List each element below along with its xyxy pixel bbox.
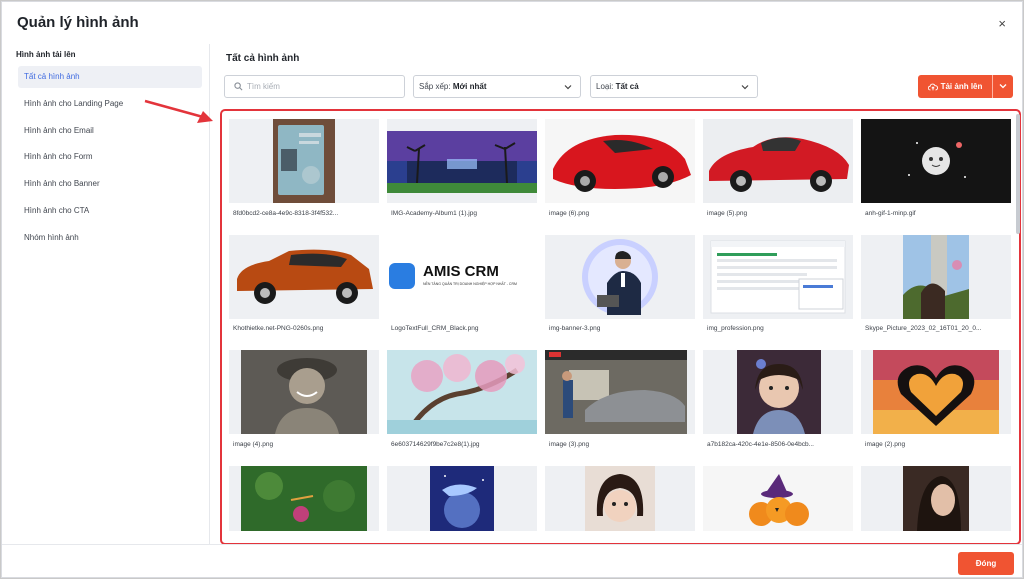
- sidebar-item-all-images[interactable]: Tất cả hình ảnh: [18, 66, 202, 88]
- image-name: image (3).png: [549, 441, 590, 448]
- sidebar-item-cta[interactable]: Hình ảnh cho CTA: [18, 200, 202, 222]
- image-name: IMG-Academy-Album1 (1).jpg: [391, 210, 477, 217]
- sidebar-heading: Hình ảnh tải lên: [16, 50, 76, 59]
- chevron-down-icon: [741, 85, 749, 90]
- image-name: 8fd0bcd2-ce8a-4e9c-8318-3f4f532...: [233, 210, 339, 217]
- image-thumbnail-girl[interactable]: [703, 350, 853, 434]
- dialog-footer: [2, 544, 1022, 577]
- image-thumbnail-gif-moon[interactable]: [861, 119, 1011, 203]
- image-name: img_profession.png: [707, 325, 764, 332]
- image-name: LogoTextFull_CRM_Black.png: [391, 325, 479, 332]
- upload-options-button[interactable]: [992, 75, 1013, 98]
- image-name: 6e603714629f9be7c2e8(1).jpg: [391, 441, 480, 448]
- sort-select[interactable]: Sắp xếp: Mới nhất: [413, 75, 581, 98]
- image-thumbnail-red-car[interactable]: [545, 119, 695, 203]
- image-thumbnail-orange-suv[interactable]: [229, 235, 379, 319]
- image-name: anh-gif-1-minp.gif: [865, 210, 916, 217]
- image-thumbnail-profession[interactable]: [703, 235, 853, 319]
- type-label: Loại:: [596, 82, 616, 91]
- chevron-down-icon: [999, 84, 1007, 89]
- amis-logo-subtitle: NỀN TẢNG QUẢN TRỊ DOANH NGHIỆP HỢP NHẤT …: [423, 282, 517, 286]
- upload-button[interactable]: Tải ảnh lên: [918, 75, 992, 98]
- dialog-title: Quản lý hình ảnh: [17, 14, 139, 31]
- amis-logo-icon: [389, 263, 415, 289]
- image-name: image (5).png: [707, 210, 748, 217]
- image-thumbnail-heart-sunset[interactable]: [861, 350, 1011, 434]
- dialog-header: Quản lý hình ảnh ×: [2, 2, 1022, 44]
- image-name: image (2).png: [865, 441, 906, 448]
- image-name: Khothietke.net-PNG-0260s.png: [233, 325, 324, 332]
- image-thumbnail-halloween[interactable]: [703, 466, 853, 531]
- image-thumbnail-woman-portrait[interactable]: [861, 466, 1011, 531]
- sidebar-item-image-groups[interactable]: Nhóm hình ảnh: [18, 227, 202, 249]
- image-thumbnail-blossom[interactable]: [387, 350, 537, 434]
- sort-label: Sắp xếp:: [419, 82, 453, 91]
- image-thumbnail-amis-logo[interactable]: AMIS CRM NỀN TẢNG QUẢN TRỊ DOANH NGHIỆP …: [387, 235, 537, 319]
- grid-scrollbar[interactable]: [1016, 114, 1020, 234]
- image-thumbnail-academy[interactable]: [387, 119, 537, 203]
- image-thumbnail-forest[interactable]: [229, 466, 379, 531]
- sort-value: Mới nhất: [452, 82, 487, 91]
- image-thumbnail-id-card[interactable]: [229, 119, 379, 203]
- image-manager-dialog: Quản lý hình ảnh × Hình ảnh tải lên Tất …: [1, 1, 1023, 578]
- type-value: Tất cả: [615, 82, 639, 91]
- amis-logo-text: AMIS CRM: [423, 263, 499, 280]
- sidebar-item-form[interactable]: Hình ảnh cho Form: [18, 146, 202, 168]
- chevron-down-icon: [564, 85, 572, 90]
- search-input[interactable]: [247, 79, 397, 94]
- red-arrow-annotation-icon: [144, 99, 213, 123]
- sidebar-item-banner[interactable]: Hình ảnh cho Banner: [18, 173, 202, 195]
- image-thumbnail-audi[interactable]: [703, 119, 853, 203]
- image-thumbnail-space-whale[interactable]: [387, 466, 537, 531]
- type-select[interactable]: Loại: Tất cả: [590, 75, 758, 98]
- search-box: [224, 75, 405, 98]
- image-name: img-banner-3.png: [549, 325, 601, 332]
- upload-label: Tải ảnh lên: [940, 82, 983, 91]
- image-name: image (4).png: [233, 441, 274, 448]
- image-name: image (6).png: [549, 210, 590, 217]
- image-thumbnail-garage[interactable]: [545, 350, 695, 434]
- image-thumbnail-banner-person[interactable]: [545, 235, 695, 319]
- image-thumbnail-skype-picture[interactable]: [861, 235, 1011, 319]
- image-name: a7b182ca-420c-4e1e-8506-0e4bcb...: [707, 441, 814, 448]
- image-thumbnail-girl-bob[interactable]: [545, 466, 695, 531]
- image-name: Skype_Picture_2023_02_16T01_20_0...: [865, 325, 982, 332]
- image-thumbnail-boy[interactable]: [229, 350, 379, 434]
- close-icon[interactable]: ×: [998, 16, 1006, 31]
- close-button[interactable]: Đóng: [958, 552, 1014, 575]
- search-icon: [234, 82, 243, 91]
- main-title: Tất cả hình ảnh: [226, 53, 300, 64]
- cloud-upload-icon: [927, 83, 938, 91]
